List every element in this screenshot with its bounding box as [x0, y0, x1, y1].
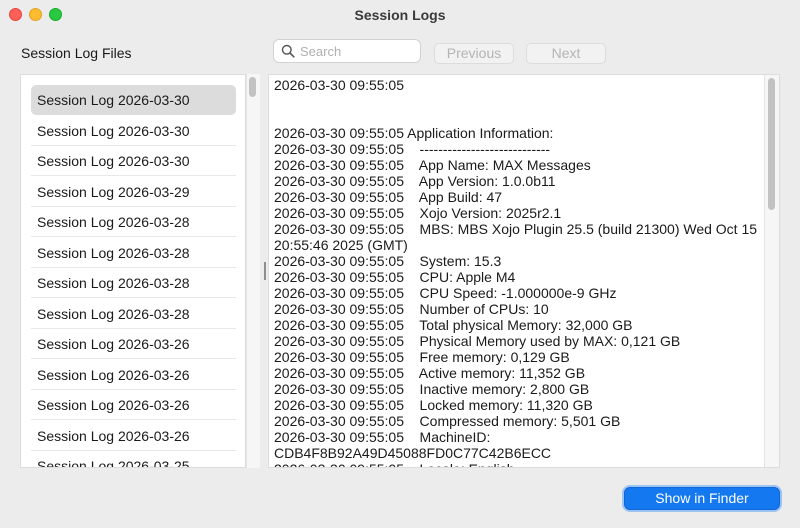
previous-button[interactable]: Previous	[434, 43, 514, 64]
log-line: 2026-03-30 09:55:05 App Build: 47	[274, 189, 503, 205]
search-field[interactable]	[273, 39, 421, 63]
log-line: 2026-03-30 09:55:05 Compressed memory: 5…	[274, 413, 621, 429]
file-list-item[interactable]: Session Log 2026-03-26	[31, 390, 236, 420]
log-line: 2026-03-30 09:55:05 App Name: MAX Messag…	[274, 157, 591, 173]
window-title: Session Logs	[354, 7, 446, 23]
log-content: 2026-03-30 09:55:05 2026-03-30 09:55:05 A…	[274, 77, 761, 467]
search-icon	[281, 44, 295, 58]
log-line: 2026-03-30 09:55:05 --------------------…	[274, 141, 551, 157]
log-line: 2026-03-30 09:55:05 CPU Speed: -1.000000…	[274, 285, 617, 301]
log-line: 2026-03-30 09:55:05 CPU: Apple M4	[274, 269, 516, 285]
show-in-finder-button[interactable]: Show in Finder	[624, 487, 780, 510]
log-line: 2026-03-30 09:55:05 App Version: 1.0.0b1…	[274, 173, 556, 189]
next-button[interactable]: Next	[526, 43, 606, 64]
file-list-item[interactable]: Session Log 2026-03-28	[31, 207, 236, 237]
file-list-scroll-thumb[interactable]	[249, 77, 256, 97]
log-line: 2026-03-30 09:55:05 Free memory: 0,129 G…	[274, 349, 570, 365]
file-list-scrollbar[interactable]	[246, 74, 260, 468]
log-scroll-thumb[interactable]	[768, 78, 775, 210]
log-line: 2026-03-30 09:55:05 MachineID: CDB4F8B92…	[274, 429, 552, 461]
log-line: 2026-03-30 09:55:05 Inactive memory: 2,8…	[274, 381, 590, 397]
file-list-item[interactable]: Session Log 2026-03-26	[31, 329, 236, 359]
file-list-item[interactable]: Session Log 2026-03-30	[31, 116, 236, 146]
split-view-divider[interactable]	[264, 262, 266, 280]
file-list-item[interactable]: Session Log 2026-03-28	[31, 238, 236, 268]
file-list-item[interactable]: Session Log 2026-03-28	[31, 299, 236, 329]
log-line: 2026-03-30 09:55:05 Locked memory: 11,32…	[274, 397, 593, 413]
file-list-item[interactable]: Session Log 2026-03-29	[31, 177, 236, 207]
file-list-item[interactable]: Session Log 2026-03-26	[31, 421, 236, 451]
session-log-files-label: Session Log Files	[21, 45, 132, 61]
file-list-item[interactable]: Session Log 2026-03-30	[31, 146, 236, 176]
log-line: 2026-03-30 09:55:05	[274, 77, 404, 93]
log-line: 2026-03-30 09:55:05 Application Informat…	[274, 125, 554, 141]
log-line: 2026-03-30 09:55:05 Xojo Version: 2025r2…	[274, 205, 562, 221]
file-list-item[interactable]: Session Log 2026-03-25	[31, 451, 236, 467]
log-line: 2026-03-30 09:55:05 Physical Memory used…	[274, 333, 681, 349]
session-log-file-list[interactable]: Session Log 2026-03-30 Session Log 2026-0…	[20, 74, 246, 468]
log-line: 2026-03-30 09:55:05 Total physical Memor…	[274, 317, 633, 333]
log-line: 2026-03-30 09:55:05 Active memory: 11,35…	[274, 365, 586, 381]
log-line: 2026-03-30 09:55:05 System: 15.3	[274, 253, 502, 269]
file-list-item[interactable]: Session Log 2026-03-30	[31, 85, 236, 115]
log-text-area[interactable]: 2026-03-30 09:55:05 2026-03-30 09:55:05 A…	[268, 74, 780, 468]
session-logs-window: Session Logs Session Log Files Previous …	[0, 0, 800, 528]
file-list-item[interactable]: Session Log 2026-03-28	[31, 268, 236, 298]
file-list-item[interactable]: Session Log 2026-03-26	[31, 360, 236, 390]
log-line: 2026-03-30 09:55:05 MBS: MBS Xojo Plugin…	[274, 221, 761, 253]
search-input[interactable]	[300, 42, 416, 60]
log-line: 2026-03-30 09:55:05 Number of CPUs: 10	[274, 301, 549, 317]
log-line: 2026-03-30 09:55:05 Locale: English	[274, 461, 759, 467]
title-bar: Session Logs	[0, 0, 800, 30]
